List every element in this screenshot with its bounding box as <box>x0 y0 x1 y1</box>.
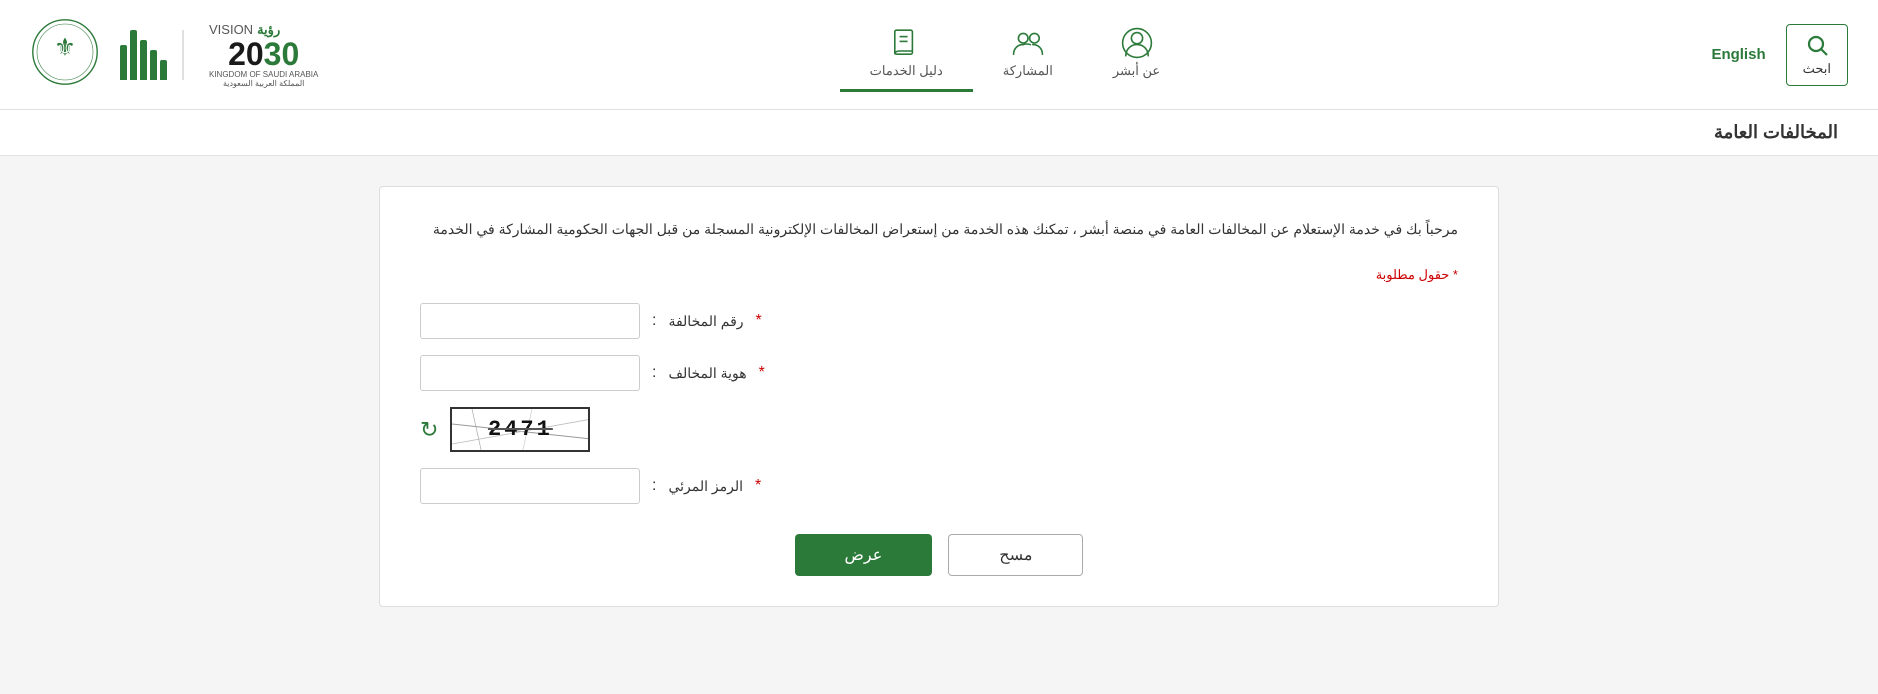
captcha-colon: : <box>652 477 656 495</box>
required-label: * حقول مطلوبة <box>420 267 1458 283</box>
book-icon <box>890 27 922 59</box>
violation-number-row: * رقم المخالفة : <box>420 303 762 339</box>
captcha-refresh-button[interactable]: ↻ <box>420 417 438 443</box>
saudi-seal: ⚜ <box>30 17 100 92</box>
captcha-asterisk: * <box>755 477 761 495</box>
display-button[interactable]: عرض <box>795 534 933 576</box>
form-card: مرحباً بك في خدمة الإستعلام عن المخالفات… <box>379 186 1499 607</box>
nav-label-abshir: عن أبشر <box>1113 63 1160 79</box>
header-right: VISION رؤية 2030 KINGDOM OF SAUDI ARABIA… <box>30 17 318 92</box>
abshir-logo <box>120 30 184 80</box>
people-icon <box>1012 27 1044 59</box>
nav-item-service-guide[interactable]: دليل الخدمات <box>840 17 973 92</box>
nav-item-abshir[interactable]: عن أبشر <box>1083 17 1190 92</box>
captcha-text: 2471 <box>488 417 553 442</box>
violator-id-colon: : <box>652 364 656 382</box>
vision-arabic-country: المملكة العربية السعودية <box>209 79 318 88</box>
violation-number-label: رقم المخالفة <box>668 313 743 330</box>
person-circle-icon <box>1121 27 1153 59</box>
violation-number-colon: : <box>652 312 656 330</box>
vision-text-block: VISION رؤية 2030 KINGDOM OF SAUDI ARABIA… <box>209 22 318 88</box>
welcome-text: مرحباً بك في خدمة الإستعلام عن المخالفات… <box>420 217 1458 242</box>
captcha-input[interactable] <box>420 468 640 504</box>
svg-text:⚜: ⚜ <box>54 35 76 62</box>
violator-id-row: * هوية المخالف : <box>420 355 765 391</box>
captcha-row: 2471 ↻ <box>420 407 590 452</box>
page-title-bar: المخالفات العامة <box>0 110 1878 156</box>
page-title: المخالفات العامة <box>40 122 1838 143</box>
clear-button[interactable]: مسح <box>948 534 1083 576</box>
header: ابحث English عن أبشر المشاركة <box>0 0 1878 110</box>
main-content: مرحباً بك في خدمة الإستعلام عن المخالفات… <box>339 156 1539 637</box>
nav-label-service-guide: دليل الخدمات <box>870 63 943 79</box>
english-link[interactable]: English <box>1711 46 1765 63</box>
vision-word: VISION <box>209 22 253 37</box>
button-row: عرض مسح <box>420 534 1458 576</box>
vision-country: KINGDOM OF SAUDI ARABIA <box>209 70 318 79</box>
violator-id-input[interactable] <box>420 355 640 391</box>
form-section: * رقم المخالفة : * هوية المخالف : <box>420 303 1458 504</box>
nav-item-participation[interactable]: المشاركة <box>973 17 1083 92</box>
refresh-icon: ↻ <box>420 417 438 443</box>
violation-number-asterisk: * <box>756 312 762 330</box>
bar-2 <box>150 50 157 80</box>
search-icon <box>1805 33 1829 57</box>
vision-logo: VISION رؤية 2030 KINGDOM OF SAUDI ARABIA… <box>209 22 318 88</box>
bar-3 <box>140 40 147 80</box>
nav-label-participation: المشاركة <box>1003 63 1053 79</box>
bar-4 <box>130 30 137 80</box>
abshir-bars <box>120 30 167 80</box>
violator-id-label: هوية المخالف <box>668 365 746 382</box>
violation-number-input[interactable] <box>420 303 640 339</box>
header-left: ابحث English <box>1711 24 1848 86</box>
search-button[interactable]: ابحث <box>1786 24 1848 86</box>
seal-svg: ⚜ <box>30 17 100 87</box>
vision-year: 2030 <box>209 38 318 70</box>
required-asterisk: * حقول مطلوبة <box>1376 267 1458 282</box>
captcha-image: 2471 <box>450 407 590 452</box>
violator-id-asterisk: * <box>759 364 765 382</box>
captcha-input-row: * الرمز المرئي : <box>420 468 761 504</box>
bar-5 <box>120 45 127 80</box>
bar-1 <box>160 60 167 80</box>
nav-icons: عن أبشر المشاركة دليل الخدمات <box>318 17 1711 92</box>
captcha-label: الرمز المرئي <box>668 478 743 495</box>
search-label: ابحث <box>1803 61 1831 77</box>
